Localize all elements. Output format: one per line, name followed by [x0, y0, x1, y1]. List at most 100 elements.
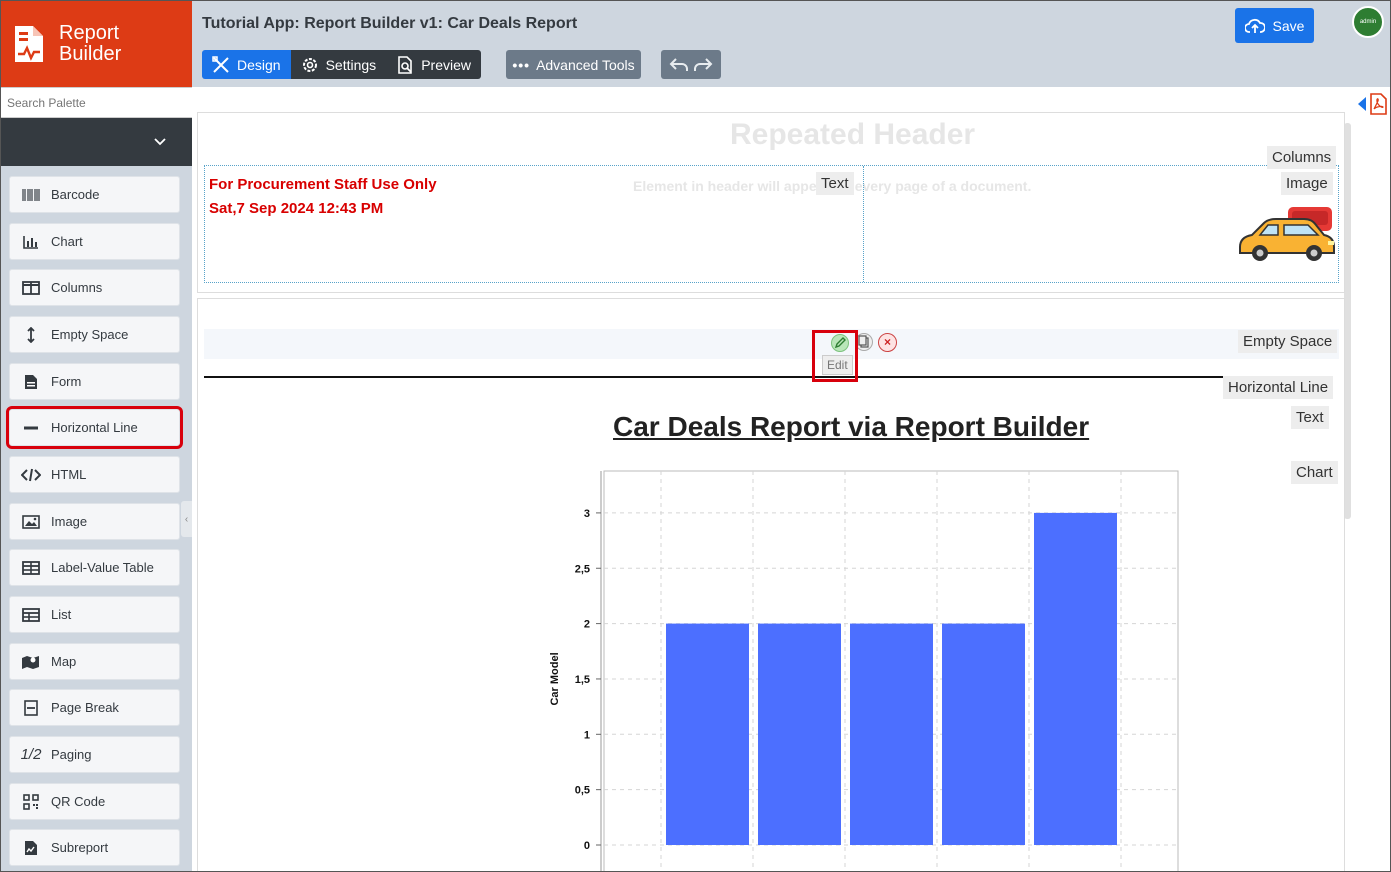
palette-item-map[interactable]: Map [9, 643, 180, 680]
repeated-header-band[interactable]: Repeated Header Element in header will a… [197, 112, 1345, 293]
bar-chart[interactable]: 0 0,5 1 1,5 2 2,5 3 Car Model [538, 464, 1188, 872]
chart-bar[interactable] [666, 623, 749, 845]
columns-icon [21, 278, 41, 298]
tab-design-label: Design [237, 56, 281, 73]
advanced-tools-button[interactable]: ••• Advanced Tools [506, 50, 641, 79]
palette-item-label: Label-Value Table [51, 560, 154, 575]
chart-y-tick-label: 0,5 [575, 785, 590, 797]
undo-icon[interactable] [669, 56, 689, 74]
tab-settings[interactable]: Settings [290, 50, 387, 79]
report-title[interactable]: Car Deals Report via Report Builder [613, 411, 1089, 443]
palette-item-list[interactable]: List [9, 596, 180, 633]
empty-space-element[interactable] [204, 329, 1339, 359]
palette-item-page-break[interactable]: Page Break [9, 689, 180, 726]
columns-element-tag[interactable]: Columns [1267, 146, 1337, 169]
car-sale-image[interactable] [1234, 207, 1338, 265]
chart-y-axis-label: Car Model [549, 652, 561, 705]
header-column-left[interactable]: For Procurement Staff Use Only Sat,7 Sep… [205, 166, 864, 282]
undo-redo-group [661, 50, 721, 79]
chart-bar[interactable] [850, 623, 933, 845]
app-window: Report Builder Tutorial App: Report Buil… [0, 0, 1391, 872]
user-avatar[interactable]: admin [1352, 6, 1384, 38]
palette-item-form[interactable]: Form [9, 363, 180, 400]
chart-bar[interactable] [758, 623, 841, 845]
vertical-arrows-icon [21, 325, 41, 345]
palette-item-label: Image [51, 514, 88, 529]
palette-item-label: Form [51, 374, 82, 389]
canvas-scrollbar[interactable] [1344, 123, 1351, 519]
palette-item-label: Horizontal Line [51, 420, 138, 435]
list-icon [21, 605, 41, 625]
palette-sidebar: Barcode Chart Columns Empty Space Form H… [1, 87, 192, 871]
palette-item-paging[interactable]: 1/2 Paging [9, 736, 180, 773]
redo-icon[interactable] [693, 56, 713, 74]
palette-item-label: Paging [51, 747, 92, 762]
palette-item-qr-code[interactable]: QR Code [9, 783, 180, 820]
palette-category-dropdown[interactable] [1, 118, 192, 166]
palette-item-label-value-table[interactable]: Label-Value Table [9, 549, 180, 586]
report-body-band[interactable]: × Edit Empty Space Horizontal Line Text … [197, 298, 1345, 872]
image-element-tag[interactable]: Image [1281, 172, 1333, 195]
header-text-element[interactable]: For Procurement Staff Use Only Sat,7 Sep… [209, 173, 437, 221]
pdf-export-icon[interactable] [1369, 93, 1387, 115]
search-palette [1, 87, 192, 118]
preview-doc-icon [398, 55, 412, 74]
gear-icon [302, 57, 317, 72]
highlight-box [812, 330, 858, 382]
tab-preview-label: Preview [421, 56, 471, 73]
text-element-tag[interactable]: Text [816, 172, 854, 195]
palette-item-horizontal-line[interactable]: Horizontal Line [6, 406, 183, 449]
chart-y-tick-label: 3 [584, 508, 590, 520]
chart-bar[interactable] [942, 623, 1025, 845]
image-icon [21, 512, 41, 532]
palette-item-image[interactable]: Image [9, 503, 180, 540]
paging-icon: 1/2 [20, 746, 42, 763]
horizontal-line-element-tag[interactable]: Horizontal Line [1223, 376, 1334, 399]
palette-item-label: List [51, 607, 72, 622]
delete-element-button[interactable]: × [878, 333, 897, 352]
palette-item-label: Chart [51, 234, 83, 249]
brand-name: Report Builder [59, 23, 121, 65]
search-palette-input[interactable] [1, 88, 192, 117]
sidebar-collapse-handle[interactable]: ‹ [181, 501, 192, 537]
chart-element-tag[interactable]: Chart [1291, 461, 1338, 484]
timestamp-line: Sat,7 Sep 2024 12:43 PM [209, 200, 384, 217]
staff-use-line: For Procurement Staff Use Only [209, 176, 437, 193]
top-toolbar: Tutorial App: Report Builder v1: Car Dea… [192, 1, 1390, 87]
palette-item-subreport[interactable]: Subreport [9, 829, 180, 866]
empty-space-element-tag[interactable]: Empty Space [1238, 330, 1338, 353]
palette-item-label: Columns [51, 280, 103, 295]
chart-icon [21, 232, 41, 252]
palette-item-chart[interactable]: Chart [9, 223, 180, 260]
chart-y-tick-label: 0 [584, 840, 590, 852]
palette-item-html[interactable]: HTML [9, 456, 180, 493]
palette-item-label: Map [51, 654, 77, 669]
brand-logo: Report Builder [1, 1, 192, 87]
text-element-tag[interactable]: Text [1291, 406, 1329, 429]
palette-item-empty-space[interactable]: Empty Space [9, 316, 180, 353]
report-file-icon [15, 26, 43, 62]
header-columns-element[interactable]: For Procurement Staff Use Only Sat,7 Sep… [204, 165, 1339, 283]
chart-bar[interactable] [1034, 512, 1117, 845]
panel-toggle-arrow-icon[interactable] [1358, 97, 1366, 111]
brand-line-1: Report [59, 22, 120, 44]
palette-item-label: Subreport [51, 840, 109, 855]
tab-preview[interactable]: Preview [386, 50, 481, 79]
horizontal-line-element[interactable] [204, 376, 1224, 378]
chart-y-tick-label: 2,5 [575, 563, 590, 575]
palette-item-barcode[interactable]: Barcode [9, 176, 180, 213]
avatar-label: admin [1359, 19, 1377, 25]
map-icon [21, 652, 41, 672]
minus-icon [21, 418, 41, 438]
page-break-icon [21, 698, 41, 718]
palette-item-columns[interactable]: Columns [9, 269, 180, 306]
qr-code-icon [21, 792, 41, 812]
app-title: Tutorial App: Report Builder v1: Car Dea… [202, 15, 578, 32]
barcode-icon [21, 185, 41, 205]
tab-design[interactable]: Design [202, 50, 291, 79]
cloud-upload-icon [1244, 18, 1265, 33]
palette-item-label: HTML [51, 467, 87, 482]
save-button[interactable]: Save [1235, 8, 1314, 43]
mode-tabs: Design Settings Preview [202, 50, 481, 79]
close-icon: × [883, 335, 891, 349]
